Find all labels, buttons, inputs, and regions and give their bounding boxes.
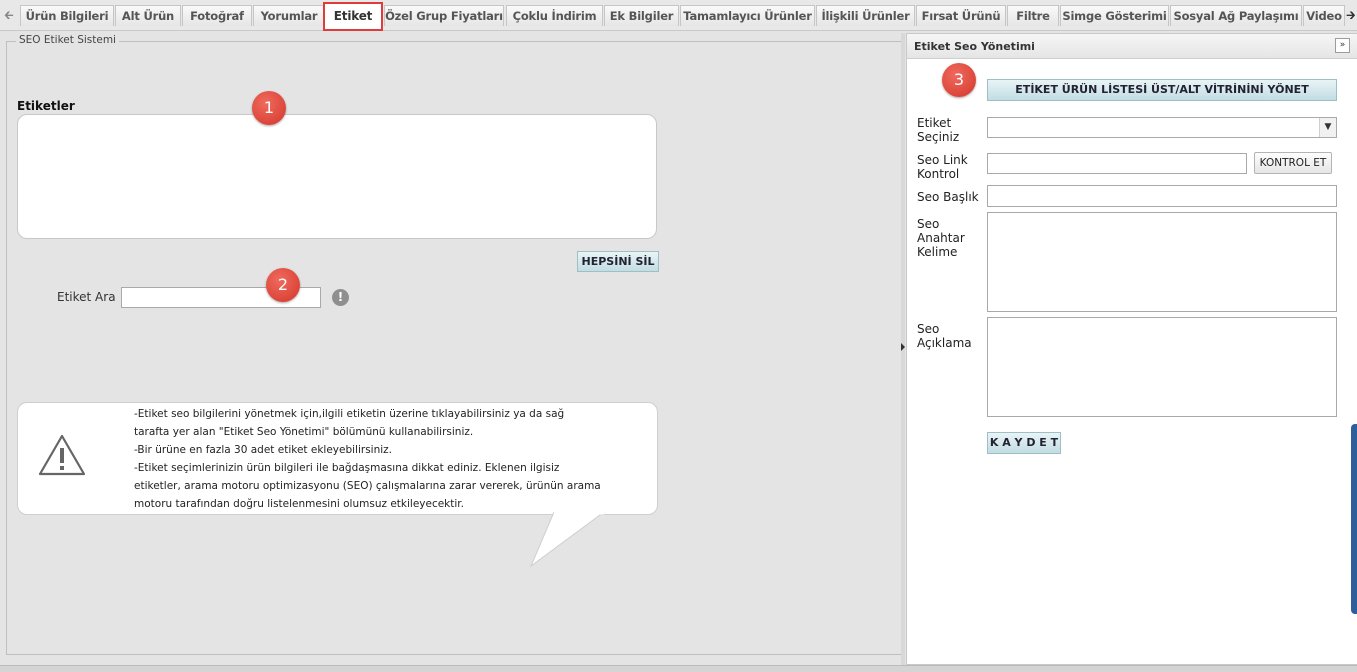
chevron-down-icon[interactable]: ▼ [1319, 118, 1336, 137]
callout-badge-2: 2 [266, 268, 300, 302]
tab-filtre[interactable]: Filtre [1007, 5, 1059, 26]
tab-simge-gosterimi[interactable]: Simge Gösterimi [1060, 5, 1169, 26]
tab-ek-bilgiler[interactable]: Ek Bilgiler [604, 5, 679, 26]
fieldset-legend: SEO Etiket Sistemi [16, 34, 119, 46]
info-line: motoru tarafından doğru listelenmesini o… [134, 498, 464, 510]
scroll-left-icon[interactable]: 🡰 [4, 6, 14, 27]
callout-badge-3: 3 [942, 63, 976, 97]
info-line: -Etiket seo bilgilerini yönetmek için,il… [134, 408, 565, 420]
seo-description-textarea[interactable] [987, 317, 1337, 417]
delete-all-button[interactable]: HEPSİNİ SİL [577, 251, 659, 272]
info-line: tarafta yer alan "Etiket Seo Yönetimi" b… [134, 426, 474, 438]
tags-box[interactable] [17, 114, 657, 239]
side-rail-handle[interactable] [1351, 424, 1357, 614]
scroll-right-icon[interactable]: 🡲 [1346, 6, 1356, 27]
pane-splitter[interactable] [901, 33, 905, 667]
tab-etiket[interactable]: Etiket [323, 2, 383, 31]
tab-video[interactable]: Video [1303, 5, 1345, 26]
tab-yorumlar[interactable]: Yorumlar [253, 5, 325, 26]
tab-fotograf[interactable]: Fotoğraf [182, 5, 252, 26]
callout-badge-1: 1 [252, 91, 286, 125]
manage-showcase-button[interactable]: ETİKET ÜRÜN LİSTESİ ÜST/ALT VİTRİNİNİ YÖ… [987, 79, 1337, 101]
tab-firsat-urunu[interactable]: Fırsat Ürünü [916, 5, 1006, 26]
panel-title: Etiket Seo Yönetimi [914, 40, 1035, 53]
seo-title-label: Seo Başlık [917, 190, 979, 204]
tab-alt-urun[interactable]: Alt Ürün [115, 5, 181, 26]
save-button[interactable]: K A Y D E T [987, 432, 1061, 454]
seo-description-label: Seo Açıklama [917, 322, 972, 350]
tags-label: Etiketler [17, 99, 75, 113]
info-exclamation-icon[interactable]: ! [332, 289, 349, 306]
select-tag-label: Etiket Seçiniz [917, 116, 960, 144]
seo-keywords-textarea[interactable] [987, 212, 1337, 312]
info-line: -Bir ürüne en fazla 30 adet etiket ekley… [134, 444, 393, 456]
info-line: -Etiket seçimlerinizin ürün bilgileri il… [134, 462, 560, 474]
tab-urun-bilgileri[interactable]: Ürün Bilgileri [20, 5, 114, 26]
tab-bar: 🡰 Ürün Bilgileri Alt Ürün Fotoğraf Yorum… [0, 0, 1357, 31]
collapse-panel-icon[interactable]: » [1335, 38, 1350, 53]
info-line: etiketler, arama motoru optimizasyonu (S… [134, 480, 601, 492]
tag-select[interactable]: ▼ [987, 117, 1337, 138]
seo-link-label: Seo Link Kontrol [917, 153, 968, 181]
tab-iliskili-urunler[interactable]: İlişkili Ürünler [816, 5, 915, 26]
warning-triangle-icon [38, 434, 86, 476]
tab-tamamlayici-urunler[interactable]: Tamamlayıcı Ürünler [680, 5, 815, 26]
info-text: -Etiket seo bilgilerini yönetmek için,il… [134, 405, 601, 513]
seo-link-input[interactable] [987, 153, 1247, 174]
check-link-button[interactable]: KONTROL ET [1254, 152, 1332, 174]
seo-keywords-label: Seo Anahtar Kelime [917, 217, 965, 259]
tag-search-label: Etiket Ara [57, 290, 116, 304]
tab-sosyal-ag-paylasimi[interactable]: Sosyal Ağ Paylaşımı [1170, 5, 1302, 26]
tab-ozel-grup-fiyatlari[interactable]: Özel Grup Fiyatları [384, 5, 504, 26]
tab-coklu-indirim[interactable]: Çoklu İndirim [506, 5, 603, 26]
seo-title-input[interactable] [987, 185, 1337, 207]
splitter-arrow-icon[interactable] [901, 343, 905, 351]
panel-header: Etiket Seo Yönetimi » [907, 34, 1357, 59]
bubble-tail [530, 512, 605, 568]
